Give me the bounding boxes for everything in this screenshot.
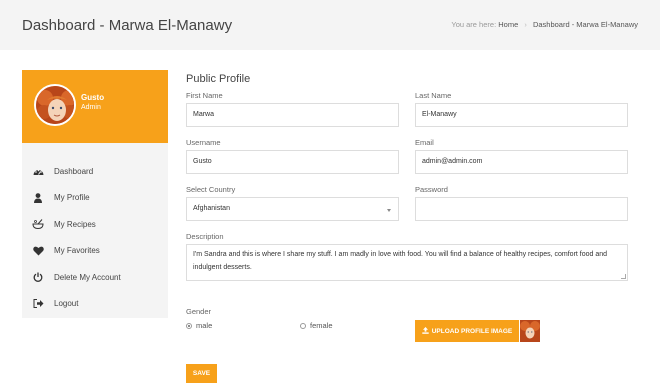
description-text: I'm Sandra and this is where I share my … — [193, 251, 608, 271]
last-name-input[interactable]: El-Manawy — [415, 103, 628, 127]
sidebar-item-my-profile[interactable]: My Profile — [22, 185, 168, 212]
bowl-spoon-icon — [31, 218, 45, 230]
sidebar-item-delete-account[interactable]: Delete My Account — [22, 264, 168, 291]
breadcrumb-home-link[interactable]: Home — [498, 20, 518, 29]
sidebar-item-label: Delete My Account — [54, 272, 121, 282]
sidebar-item-my-recipes[interactable]: My Recipes — [22, 211, 168, 238]
power-icon — [31, 271, 45, 283]
profile-role: Admin — [81, 104, 101, 111]
gender-male-label: male — [196, 321, 213, 330]
upload-icon — [422, 326, 429, 336]
sidebar-item-label: Logout — [54, 299, 79, 309]
profile-card: Gusto Admin — [22, 70, 168, 143]
dashboard-gauge-icon — [31, 165, 45, 177]
email-input[interactable]: admin@admin.com — [415, 150, 628, 174]
sign-out-icon — [31, 298, 45, 310]
first-name-input[interactable]: Marwa — [186, 103, 399, 127]
sidebar-item-label: Dashboard — [54, 166, 94, 176]
last-name-label: Last Name — [415, 91, 452, 100]
sidebar-item-label: My Favorites — [54, 246, 100, 256]
description-label: Description — [186, 232, 224, 241]
sidebar-item-label: My Profile — [54, 193, 90, 203]
top-bar: Dashboard - Marwa El-Manawy You are here… — [0, 0, 660, 50]
country-select-value: Afghanistan — [193, 205, 230, 212]
email-label: Email — [415, 138, 434, 147]
upload-profile-image-button[interactable]: UPLOAD PROFILE IMAGE — [415, 320, 519, 342]
save-button[interactable]: SAVE — [186, 364, 217, 383]
password-input[interactable] — [415, 197, 628, 221]
gender-label: Gender — [186, 307, 212, 316]
radio-checked-icon — [186, 322, 192, 329]
user-icon — [31, 192, 45, 204]
username-input[interactable]: Gusto — [186, 150, 399, 174]
gender-radio-male[interactable]: male — [186, 321, 212, 330]
gender-radio-female[interactable]: female — [300, 321, 333, 330]
description-textarea[interactable]: I'm Sandra and this is where I share my … — [186, 244, 628, 281]
heart-icon — [31, 245, 45, 257]
sidebar-item-logout[interactable]: Logout — [22, 291, 168, 318]
page-title: Dashboard - Marwa El-Manawy — [22, 17, 233, 34]
upload-button-label: UPLOAD PROFILE IMAGE — [431, 327, 513, 335]
sidebar-menu: Dashboard My Profile My Recipes My Favor… — [22, 158, 168, 317]
first-name-label: First Name — [186, 91, 223, 100]
breadcrumb-separator: › — [524, 20, 527, 29]
breadcrumb-prefix: You are here: — [451, 20, 497, 29]
sidebar-item-my-favorites[interactable]: My Favorites — [22, 238, 168, 265]
resize-handle-icon[interactable] — [621, 274, 626, 279]
country-select[interactable]: Afghanistan — [186, 197, 399, 221]
radio-unchecked-icon — [300, 322, 306, 329]
chevron-down-icon — [387, 209, 391, 212]
password-label: Password — [415, 185, 448, 194]
avatar[interactable] — [34, 84, 76, 126]
username-label: Username — [186, 138, 221, 147]
gender-female-label: female — [310, 321, 333, 330]
profile-image-thumbnail — [520, 320, 540, 342]
sidebar: Gusto Admin Dashboard My Profile My Reci… — [22, 70, 168, 318]
section-title: Public Profile — [186, 73, 251, 85]
sidebar-item-dashboard[interactable]: Dashboard — [22, 158, 168, 185]
breadcrumb-current: Dashboard - Marwa El-Manawy — [532, 20, 638, 29]
sidebar-item-label: My Recipes — [54, 219, 96, 229]
breadcrumb: You are here: Home › Dashboard - Marwa E… — [451, 20, 638, 29]
country-label: Select Country — [186, 185, 236, 194]
profile-name: Gusto — [81, 93, 105, 102]
